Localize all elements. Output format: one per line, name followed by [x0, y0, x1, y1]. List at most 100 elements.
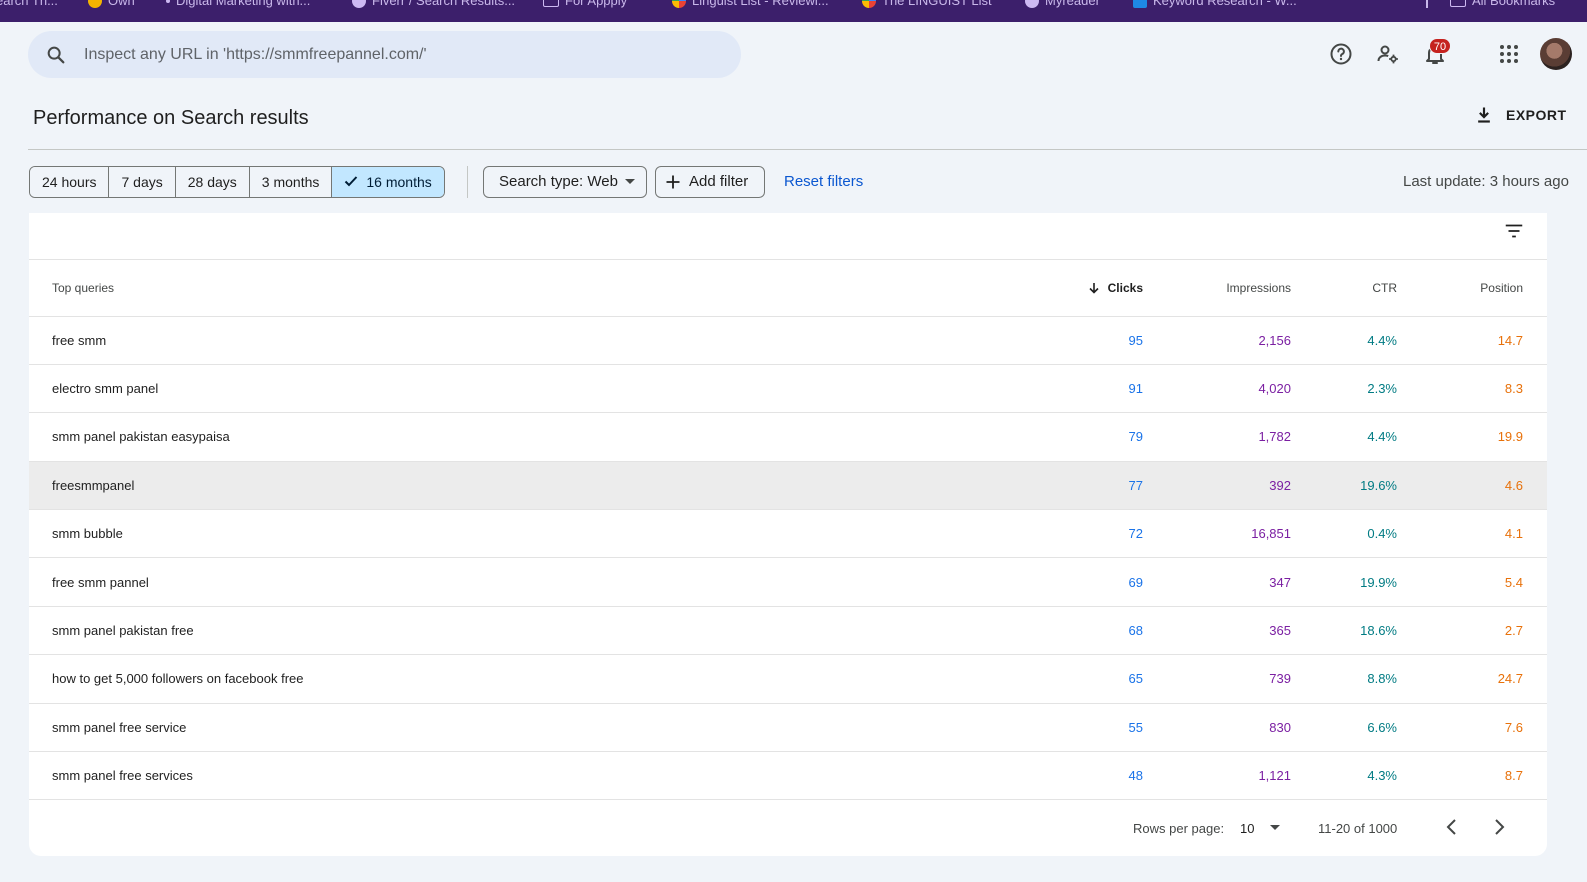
- title-divider: [28, 149, 1587, 150]
- bookmark-item[interactable]: Fiverr / Search Results...: [352, 0, 515, 8]
- table-header-row: Top queries Clicks Impressions CTR Posit…: [29, 260, 1547, 317]
- user-avatar[interactable]: [1540, 38, 1572, 70]
- row-spacer: [1523, 412, 1547, 462]
- search-icon[interactable]: [45, 44, 67, 66]
- filter-rows-icon[interactable]: [1503, 220, 1525, 242]
- row-spacer: [1523, 461, 1547, 511]
- bookmark-label: Fiverr / Search Results...: [372, 0, 516, 8]
- bookmark-item[interactable]: Digital Marketing with...: [166, 0, 310, 8]
- range-7-days[interactable]: 7 days: [109, 167, 176, 197]
- table-row[interactable]: free smm 95 2,156 4.4% 14.7: [29, 316, 1547, 365]
- header-clicks[interactable]: Clicks: [1069, 260, 1143, 317]
- table-row[interactable]: electro smm panel 91 4,020 2.3% 8.3: [29, 364, 1547, 414]
- row-spacer: [1523, 751, 1547, 801]
- ctr-cell: 4.3%: [1291, 751, 1397, 801]
- table-row[interactable]: freesmmpanel 77 392 19.6% 4.6: [29, 461, 1547, 511]
- search-input[interactable]: [84, 31, 724, 78]
- next-page-button[interactable]: [1487, 815, 1511, 839]
- reset-filters-link[interactable]: Reset filters: [784, 173, 863, 190]
- table-row[interactable]: smm panel pakistan easypaisa 79 1,782 4.4% 1…: [29, 412, 1547, 462]
- ctr-cell: 8.8%: [1291, 654, 1397, 704]
- row-spacer: [1523, 316, 1547, 365]
- impressions-cell: 16,851: [1143, 509, 1291, 559]
- checkmark-icon: [345, 176, 358, 187]
- url-inspect-search-bar[interactable]: [28, 31, 741, 78]
- header-position[interactable]: Position: [1397, 260, 1523, 317]
- query-cell: how to get 5,000 followers on facebook f…: [29, 654, 1069, 704]
- query-cell: free smm: [29, 316, 1069, 365]
- impressions-cell: 347: [1143, 557, 1291, 607]
- page-title: Performance on Search results: [33, 107, 309, 129]
- clicks-cell: 65: [1069, 654, 1143, 704]
- position-cell: 14.7: [1397, 316, 1523, 365]
- bookmark-label: Linguist List - Reviewi...: [692, 0, 829, 8]
- manage-users-icon[interactable]: [1376, 42, 1400, 66]
- impressions-cell: 4,020: [1143, 364, 1291, 414]
- keyword-icon: [1133, 0, 1147, 8]
- header-ctr[interactable]: CTR: [1291, 260, 1397, 317]
- table-row[interactable]: smm panel pakistan free 68 365 18.6% 2.7: [29, 606, 1547, 656]
- position-cell: 19.9: [1397, 412, 1523, 462]
- position-cell: 4.6: [1397, 461, 1523, 511]
- search-type-dropdown[interactable]: Search type: Web: [483, 166, 647, 198]
- bookmark-label: Myreader: [1045, 0, 1100, 8]
- header-impressions[interactable]: Impressions: [1143, 260, 1291, 317]
- bookmark-item[interactable]: Linguist List - Reviewi...: [672, 0, 829, 8]
- query-cell: smm panel free services: [29, 751, 1069, 801]
- range-3-months[interactable]: 3 months: [249, 167, 333, 197]
- bookmark-label: The LINGUIST List: [882, 0, 992, 8]
- bookmarks-separator: [1426, 0, 1428, 8]
- bookmark-item[interactable]: Own: [88, 0, 135, 8]
- row-spacer: [1523, 364, 1547, 414]
- table-row[interactable]: smm panel free service 55 830 6.6% 7.6: [29, 703, 1547, 753]
- table-row[interactable]: free smm pannel 69 347 19.9% 5.4: [29, 557, 1547, 607]
- ctr-cell: 19.9%: [1291, 557, 1397, 607]
- header-spacer: [1523, 260, 1547, 317]
- clicks-cell: 72: [1069, 509, 1143, 559]
- globe-icon: [1025, 0, 1039, 8]
- query-cell: smm panel pakistan easypaisa: [29, 412, 1069, 462]
- bookmark-item[interactable]: The LINGUIST List: [862, 0, 992, 8]
- export-button[interactable]: EXPORT: [1474, 105, 1567, 125]
- bookmark-item[interactable]: Keyword Research - W...: [1133, 0, 1297, 8]
- position-cell: 7.6: [1397, 703, 1523, 753]
- previous-page-button[interactable]: [1440, 815, 1464, 839]
- header-top-queries[interactable]: Top queries: [29, 260, 1069, 317]
- position-cell: 8.3: [1397, 364, 1523, 414]
- rows-per-page-select[interactable]: 10: [1240, 817, 1284, 839]
- apps-grid-icon[interactable]: [1497, 42, 1521, 66]
- range-16-months-label: 16 months: [366, 174, 432, 190]
- range-16-months[interactable]: 16 months: [332, 167, 444, 197]
- bookmark-item[interactable]: earch Th...: [0, 0, 58, 8]
- bookmark-item[interactable]: All Bookmarks: [1450, 0, 1555, 8]
- range-24-hours[interactable]: 24 hours: [30, 167, 110, 197]
- position-cell: 24.7: [1397, 654, 1523, 704]
- range-28-days[interactable]: 28 days: [175, 167, 250, 197]
- rows-per-page-value: 10: [1240, 820, 1255, 836]
- position-cell: 5.4: [1397, 557, 1523, 607]
- notification-count-badge: 70: [1429, 38, 1451, 54]
- row-spacer: [1523, 509, 1547, 559]
- table-row[interactable]: smm panel free services 48 1,121 4.3% 8.7: [29, 751, 1547, 801]
- row-spacer: [1523, 654, 1547, 704]
- add-filter-button[interactable]: Add filter: [655, 166, 765, 198]
- plus-icon: [666, 175, 680, 189]
- dropdown-arrow-icon: [625, 179, 635, 184]
- bookmark-item[interactable]: Myreader: [1025, 0, 1100, 8]
- impressions-cell: 2,156: [1143, 316, 1291, 365]
- help-icon[interactable]: [1329, 42, 1353, 66]
- search-type-label: Search type: Web: [499, 173, 618, 190]
- filter-separator: [467, 166, 468, 198]
- bookmark-label: Own: [108, 0, 135, 8]
- position-cell: 4.1: [1397, 509, 1523, 559]
- impressions-cell: 365: [1143, 606, 1291, 656]
- multicolor-icon: [672, 0, 686, 8]
- clicks-cell: 69: [1069, 557, 1143, 607]
- table-row[interactable]: smm bubble 72 16,851 0.4% 4.1: [29, 509, 1547, 559]
- yellow-g-icon: [88, 0, 102, 8]
- bookmark-item[interactable]: For Appply: [543, 0, 627, 8]
- table-row[interactable]: how to get 5,000 followers on facebook f…: [29, 654, 1547, 704]
- impressions-cell: 1,121: [1143, 751, 1291, 801]
- bookmark-label: Keyword Research - W...: [1153, 0, 1297, 8]
- clicks-cell: 68: [1069, 606, 1143, 656]
